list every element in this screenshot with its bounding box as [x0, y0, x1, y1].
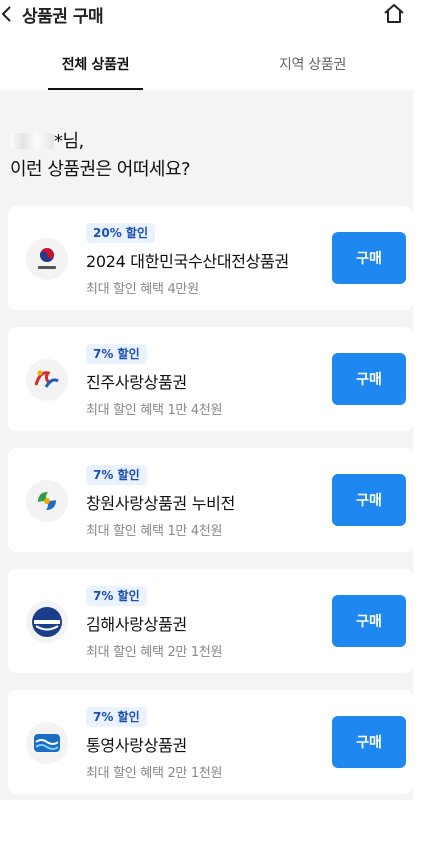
voucher-name: 창원사랑상품권 누비전 [86, 494, 235, 513]
discount-badge: 7% 할인 [86, 344, 147, 364]
masked-user-name [10, 133, 54, 149]
voucher-card[interactable]: 7% 할인 창원사랑상품권 누비전 최대 할인 혜택 1만 4천원 구매 [8, 448, 413, 552]
greeting: *님, 이런 상품권은 어떠세요? [10, 128, 191, 184]
back-icon[interactable] [0, 4, 16, 24]
changwon-logo-icon [26, 480, 68, 522]
voucher-benefit: 최대 할인 혜택 1만 4천원 [86, 403, 223, 418]
voucher-card[interactable]: 7% 할인 김해사랑상품권 최대 할인 혜택 2만 1천원 구매 [8, 569, 413, 673]
discount-badge: 7% 할인 [86, 707, 147, 727]
voucher-tabs: 전체 상품권 지역 상품권 [0, 48, 425, 90]
voucher-name: 2024 대한민국수산대전상품권 [86, 252, 289, 271]
tab-region-vouchers[interactable]: 지역 상품권 [265, 48, 360, 90]
voucher-name: 진주사랑상품권 [86, 373, 187, 392]
buy-button[interactable]: 구매 [332, 232, 406, 284]
voucher-benefit: 최대 할인 혜택 1만 4천원 [86, 524, 223, 539]
discount-badge: 7% 할인 [86, 586, 147, 606]
discount-badge: 7% 할인 [86, 465, 147, 485]
buy-button[interactable]: 구매 [332, 353, 406, 405]
voucher-card[interactable]: 7% 할인 통영사랑상품권 최대 할인 혜택 2만 1천원 구매 [8, 690, 413, 794]
jinju-logo-icon [26, 359, 68, 401]
voucher-benefit: 최대 할인 혜택 4만원 [86, 282, 199, 297]
voucher-benefit: 최대 할인 혜택 2만 1천원 [86, 645, 223, 660]
greeting-name-suffix: *님, [54, 131, 84, 152]
discount-badge: 20% 할인 [86, 223, 155, 243]
voucher-name: 김해사랑상품권 [86, 615, 187, 634]
buy-button[interactable]: 구매 [332, 595, 406, 647]
voucher-benefit: 최대 할인 혜택 2만 1천원 [86, 766, 223, 781]
buy-button[interactable]: 구매 [332, 474, 406, 526]
voucher-card[interactable]: 7% 할인 진주사랑상품권 최대 할인 혜택 1만 4천원 구매 [8, 327, 413, 431]
home-icon[interactable] [383, 2, 405, 24]
app-header: 상품권 구매 [0, 0, 425, 30]
page-title: 상품권 구매 [22, 7, 104, 27]
tongyeong-logo-icon [26, 722, 68, 764]
gimhae-logo-icon [26, 601, 68, 643]
voucher-name: 통영사랑상품권 [86, 736, 187, 755]
greeting-question: 이런 상품권은 어떠세요? [10, 159, 191, 180]
voucher-card[interactable]: 20% 할인 2024 대한민국수산대전상품권 최대 할인 혜택 4만원 구매 [8, 206, 413, 310]
tab-all-vouchers[interactable]: 전체 상품권 [48, 48, 143, 90]
ministry-of-oceans-logo-icon [26, 238, 68, 280]
buy-button[interactable]: 구매 [332, 716, 406, 768]
